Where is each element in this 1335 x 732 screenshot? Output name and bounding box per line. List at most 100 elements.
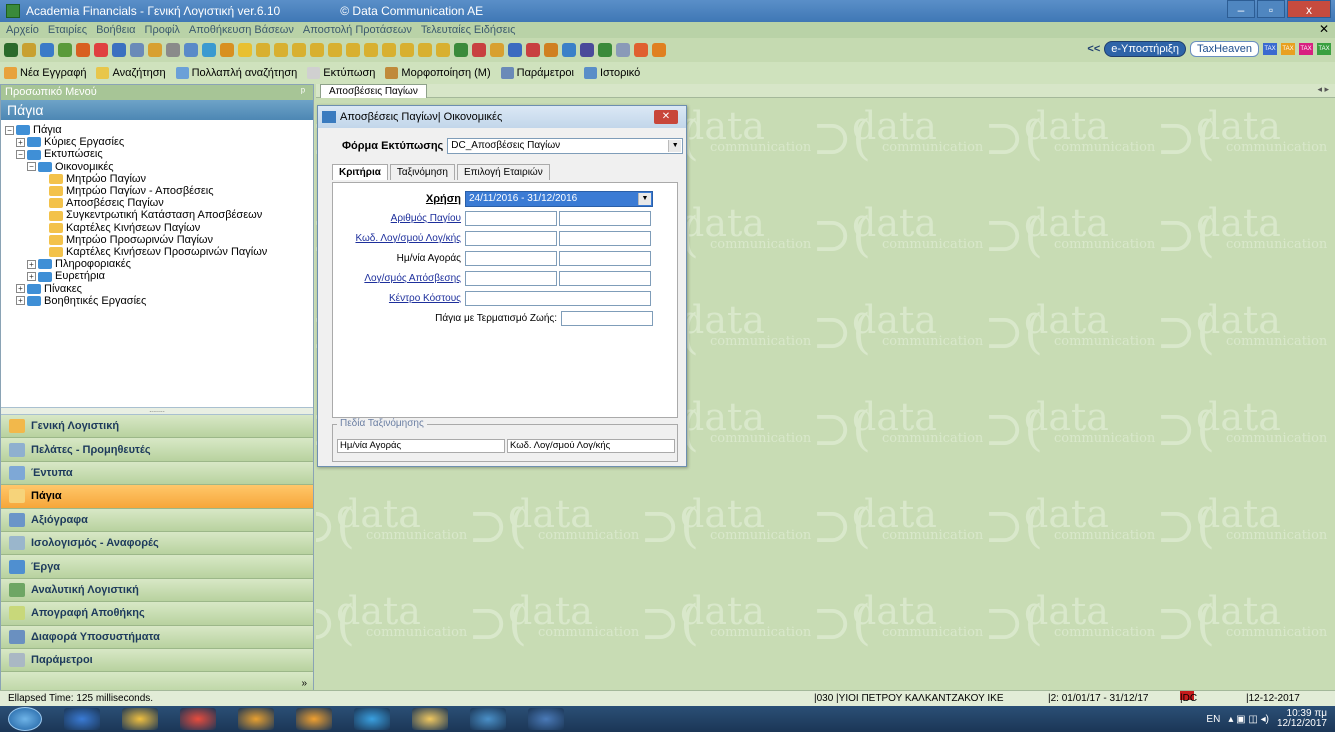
nav-button[interactable]: Αναλυτική Λογιστική [1, 578, 313, 603]
toolbar-icon[interactable] [580, 43, 594, 57]
toolbar-icon[interactable] [166, 43, 180, 57]
depreciation-account-label[interactable]: Λογ/σμός Απόσβεσης [333, 273, 461, 284]
toolbar-icon[interactable] [148, 43, 162, 57]
print-form-select[interactable]: DC_Αποσβέσεις Παγίων ▼ [447, 138, 684, 154]
toolbar-icon[interactable] [400, 43, 414, 57]
command-button[interactable]: Αναζήτηση [96, 67, 166, 80]
tree-node[interactable]: − Εκτυπώσεις [5, 148, 313, 160]
depreciation-account-from-input[interactable] [465, 271, 557, 286]
sort-field-1[interactable]: Ημ/νία Αγοράς [337, 439, 505, 453]
toolbar-icon[interactable] [562, 43, 576, 57]
toolbar-icon[interactable] [634, 43, 648, 57]
purchase-date-from-input[interactable] [465, 251, 557, 266]
toolbar-icon[interactable] [436, 43, 450, 57]
collapse-icon[interactable]: − [16, 150, 25, 159]
taskbar-app-icon[interactable] [354, 708, 390, 730]
nav-button[interactable]: Αξιόγραφα [1, 508, 313, 532]
toolbar-icon[interactable] [310, 43, 324, 57]
splitter-handle[interactable]: ........ [1, 407, 313, 415]
collapse-icon[interactable]: − [5, 125, 14, 135]
menu-item[interactable]: Εταιρίες [48, 24, 87, 36]
toolbar-icon[interactable] [256, 43, 270, 57]
nav-button[interactable]: Διαφορά Υποσυστήματα [1, 625, 313, 649]
toolbar-icon[interactable] [238, 43, 252, 57]
collapse-icon[interactable]: − [27, 162, 36, 172]
asset-no-label[interactable]: Αριθμός Παγίου [333, 213, 461, 224]
command-button[interactable]: Πολλαπλή αναζήτηση [175, 67, 297, 80]
expand-icon[interactable]: + [16, 296, 25, 306]
tree-node[interactable]: Συγκεντρωτική Κατάσταση Αποσβέσεων [5, 209, 313, 221]
language-indicator[interactable]: EN [1206, 714, 1220, 725]
tax-icon[interactable]: TAX [1281, 43, 1295, 55]
toolbar-icon[interactable] [382, 43, 396, 57]
toolbar-icon[interactable] [544, 43, 558, 57]
asset-no-to-input[interactable] [559, 211, 651, 226]
tax-icon[interactable]: TAX [1317, 43, 1331, 55]
tree-node[interactable]: Καρτέλες Κινήσεων Παγίων [5, 222, 313, 234]
command-button[interactable]: Ιστορικό [583, 67, 640, 80]
taskbar-app-icon[interactable] [528, 708, 564, 730]
dialog-close-button[interactable]: ✕ [654, 110, 678, 124]
tree-node[interactable]: Μητρώο Παγίων [5, 173, 313, 185]
menu-item[interactable]: Τελευταίες Ειδήσεις [421, 24, 516, 36]
e-support-button[interactable]: e-Υποστήριξη [1104, 41, 1186, 57]
account-code-from-input[interactable] [465, 231, 557, 246]
taskbar-app-icon[interactable] [470, 708, 506, 730]
toolbar-icon[interactable] [418, 43, 432, 57]
taskbar-app-icon[interactable] [238, 708, 274, 730]
nav-button[interactable]: Έργα [1, 555, 313, 579]
chevron-down-icon[interactable]: ▼ [668, 140, 682, 152]
collapse-button[interactable]: << [1087, 43, 1100, 55]
nav-button[interactable]: Έντυπα [1, 461, 313, 486]
menu-item[interactable]: Προφίλ [145, 24, 180, 36]
toolbar-icon[interactable] [472, 43, 486, 57]
tree-node[interactable]: + Κύριες Εργασίες [5, 136, 313, 148]
tree-node[interactable]: + Πληροφοριακές [5, 258, 313, 270]
toolbar-icon[interactable] [508, 43, 522, 57]
taskbar-app-icon[interactable] [296, 708, 332, 730]
menu-item[interactable]: Αρχείο [6, 24, 39, 36]
account-code-label[interactable]: Κωδ. Λογ/σμού Λογ/κής [333, 233, 461, 244]
toolbar-icon[interactable] [274, 43, 288, 57]
minimize-button[interactable]: – [1227, 0, 1255, 18]
nav-button[interactable]: Απογραφή Αποθήκης [1, 602, 313, 626]
maximize-button[interactable]: ▫ [1257, 0, 1285, 18]
toolbar-icon[interactable] [4, 43, 18, 57]
expand-icon[interactable]: + [16, 137, 25, 147]
toolbar-icon[interactable] [112, 43, 126, 57]
toolbar-icon[interactable] [454, 43, 468, 57]
toolbar-icon[interactable] [292, 43, 306, 57]
tab-criteria[interactable]: Κριτήρια [332, 164, 388, 180]
nav-button[interactable]: Πελάτες - Προμηθευτές [1, 438, 313, 462]
taxheaven-button[interactable]: TaxHeaven [1189, 41, 1259, 57]
toolbar-icon[interactable] [652, 43, 666, 57]
tree-node[interactable]: Αποσβέσεις Παγίων [5, 197, 313, 209]
nav-button[interactable]: Πάγια [1, 485, 313, 509]
tree-node[interactable]: Μητρώο Προσωρινών Παγίων [5, 234, 313, 246]
tree-node[interactable]: + Πίνακες [5, 283, 313, 295]
toolbar-icon[interactable] [76, 43, 90, 57]
toolbar-icon[interactable] [526, 43, 540, 57]
clock[interactable]: 10:39 πμ 12/12/2017 [1277, 709, 1327, 729]
taskbar-app-icon[interactable] [64, 708, 100, 730]
nav-button[interactable]: Παράμετροι [1, 648, 313, 673]
toolbar-icon[interactable] [130, 43, 144, 57]
pin-icon[interactable]: ᵖ [301, 85, 305, 100]
asset-no-from-input[interactable] [465, 211, 557, 226]
command-button[interactable]: Μορφοποίηση (M) [385, 67, 491, 80]
purchase-date-to-input[interactable] [559, 251, 651, 266]
cost-center-input[interactable] [465, 291, 651, 306]
tab-depreciation[interactable]: Αποσβέσεις Παγίων [320, 84, 427, 98]
toolbar-icon[interactable] [202, 43, 216, 57]
toolbar-icon[interactable] [220, 43, 234, 57]
nav-button[interactable]: Γενική Λογιστική [1, 415, 313, 439]
depreciation-account-to-input[interactable] [559, 271, 651, 286]
tree-node[interactable]: + Βοηθητικές Εργασίες [5, 295, 313, 307]
expand-icon[interactable]: + [27, 272, 36, 282]
tree-node[interactable]: − Οικονομικές [5, 161, 313, 173]
cost-center-label[interactable]: Κέντρο Κόστους [333, 293, 461, 304]
menu-item[interactable]: Βοήθεια [96, 24, 135, 36]
toolbar-icon[interactable] [22, 43, 36, 57]
tab-sorting[interactable]: Ταξινόμηση [389, 164, 455, 180]
tab-scroll-arrows[interactable]: ◂ ▸ [1317, 84, 1329, 95]
